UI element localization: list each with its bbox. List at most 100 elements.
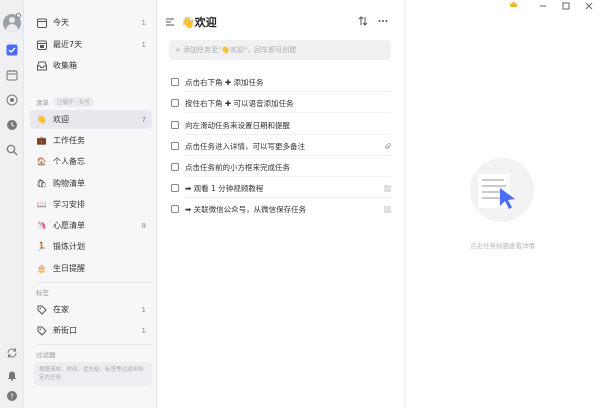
sidebar-item-label: 锻炼计划 xyxy=(53,242,85,251)
task-title[interactable]: 点击任务进入详情，可以写更多备注 xyxy=(185,141,383,152)
svg-text:?: ? xyxy=(10,393,14,401)
task-row[interactable]: ➡ 观看 1 分钟视频教程 xyxy=(171,180,391,196)
task-checkbox[interactable] xyxy=(171,78,179,86)
divider xyxy=(185,134,391,135)
sidebar-item-label: 新街口 xyxy=(53,326,77,335)
sidebar-item-tag-xinjiekou[interactable]: 新街口 1 xyxy=(30,321,152,340)
sidebar-item-count: 1 xyxy=(141,326,146,335)
task-checkbox[interactable] xyxy=(171,163,179,171)
task-row[interactable]: ➡ 关联微信公众号，从微信保存任务 xyxy=(171,201,391,217)
sidebar-item-today[interactable]: 今天 1 xyxy=(30,13,152,32)
focus-icon[interactable] xyxy=(5,93,19,107)
collapse-sidebar-icon[interactable] xyxy=(165,17,175,27)
task-title[interactable]: 按住右下角 ✚ 可以语音添加任务 xyxy=(185,98,391,109)
divider xyxy=(36,282,152,283)
briefcase-icon: 💼 xyxy=(36,136,47,145)
sidebar-item-count: 1 xyxy=(141,18,146,27)
sidebar-item-label: 收集箱 xyxy=(53,61,77,70)
sidebar-item-label: 今天 xyxy=(53,18,69,27)
detail-empty-hint: 点击任务标题查看详情 xyxy=(470,242,535,250)
crown-icon[interactable] xyxy=(509,0,518,10)
sidebar-item-count: 1 xyxy=(141,40,146,49)
clock-icon[interactable] xyxy=(5,118,19,132)
sidebar-item-wishlist[interactable]: 🦄 心愿清单 9 xyxy=(30,216,152,235)
bell-icon[interactable] xyxy=(5,368,19,382)
sidebar-item-exercise[interactable]: 🏃 锻炼计划 xyxy=(30,237,152,256)
sidebar-item-work[interactable]: 💼 工作任务 xyxy=(30,131,152,150)
divider xyxy=(185,91,391,92)
lists-header: 清单 已展开 · 头号 xyxy=(36,97,94,107)
filters-header-label: 过滤器 xyxy=(36,351,56,359)
sidebar-item-label: 工作任务 xyxy=(53,136,85,145)
task-title[interactable]: ➡ 关联微信公众号，从微信保存任务 xyxy=(185,204,383,215)
sidebar-item-shopping[interactable]: 🛍 购物清单 xyxy=(30,174,152,193)
sidebar-item-birthday[interactable]: 🎂 生日提醒 xyxy=(30,259,152,278)
task-title[interactable]: 向左滑动任务来设置日期和提醒 xyxy=(185,120,391,131)
task-checkbox[interactable] xyxy=(171,184,179,192)
sidebar-item-welcome[interactable]: 👋 欢迎 7 xyxy=(30,110,152,129)
task-title[interactable]: 点击右下角 ✚ 添加任务 xyxy=(185,77,391,88)
task-checkbox[interactable] xyxy=(171,205,179,213)
lists-header-label: 清单 xyxy=(36,99,49,107)
task-checkbox[interactable] xyxy=(171,121,179,129)
more-icon[interactable] xyxy=(378,16,388,26)
unicorn-icon: 🦄 xyxy=(36,221,47,230)
help-icon[interactable]: ? xyxy=(5,389,19,403)
tags-header: 标签 xyxy=(36,287,49,297)
attachment-icon xyxy=(383,142,391,150)
list-title-emoji: 👋 xyxy=(181,15,195,29)
divider xyxy=(185,197,391,198)
calendar-icon[interactable] xyxy=(5,68,19,82)
minimize-icon[interactable] xyxy=(537,1,549,11)
sidebar-item-count: 9 xyxy=(141,221,146,230)
calendar-week-icon xyxy=(36,39,47,50)
list-actions xyxy=(358,16,388,26)
sidebar-item-inbox[interactable]: 收集箱 xyxy=(30,56,152,75)
close-icon[interactable] xyxy=(583,1,595,11)
runner-icon: 🏃 xyxy=(36,242,47,251)
sidebar-item-label: 欢迎 xyxy=(53,115,69,124)
book-icon: 📖 xyxy=(36,200,47,209)
sidebar-item-label: 个人备忘 xyxy=(53,157,85,166)
list-title-bar: 👋 欢迎 xyxy=(165,14,217,30)
shopping-bag-icon: 🛍 xyxy=(36,179,47,188)
task-row[interactable]: 点击任务进入详情，可以写更多备注 xyxy=(171,138,391,154)
filters-hint[interactable]: 根据清单、时间、优先级、标签等过滤出特定的任务 xyxy=(34,362,152,386)
task-checkbox[interactable] xyxy=(171,142,179,150)
divider xyxy=(185,112,391,113)
sidebar-item-label: 最近7天 xyxy=(53,40,83,49)
note-icon xyxy=(383,205,391,213)
maximize-icon[interactable] xyxy=(560,1,572,11)
status-dot-icon xyxy=(16,13,21,18)
task-row[interactable]: 点击任务前的小方框来完成任务 xyxy=(171,159,391,175)
tag-icon xyxy=(36,325,47,336)
add-task-input[interactable]: + 添加任务至"👋欢迎"，回车即可创建 xyxy=(169,40,391,60)
divider xyxy=(185,176,391,177)
sidebar-item-label: 心愿清单 xyxy=(53,221,85,230)
sidebar-item-personal[interactable]: 🏠 个人备忘 xyxy=(30,152,152,171)
task-row[interactable]: 按住右下角 ✚ 可以语音添加任务 xyxy=(171,95,391,111)
sort-icon[interactable] xyxy=(358,16,368,26)
lists-header-tag: 已展开 · 头号 xyxy=(53,97,94,107)
search-icon[interactable] xyxy=(5,143,19,157)
task-row[interactable]: 点击右下角 ✚ 添加任务 xyxy=(171,74,391,90)
wave-icon: 👋 xyxy=(36,115,47,124)
sync-icon[interactable] xyxy=(5,346,19,360)
empty-detail-illustration xyxy=(470,158,534,222)
sidebar-item-tag-home[interactable]: 在家 1 xyxy=(30,300,152,319)
task-list-panel: 👋 欢迎 + 添加任务至"👋欢迎"，回车即可创建 点击右下角 ✚ 添加任务 按住… xyxy=(157,0,405,408)
sidebar-item-label: 在家 xyxy=(53,305,69,314)
note-icon xyxy=(383,184,391,192)
task-checkbox[interactable] xyxy=(171,99,179,107)
house-icon: 🏠 xyxy=(36,157,47,166)
filters-header: 过滤器 xyxy=(36,349,56,359)
task-title[interactable]: ➡ 观看 1 分钟视频教程 xyxy=(185,183,383,194)
sidebar-item-next7days[interactable]: 最近7天 1 xyxy=(30,35,152,54)
sidebar-item-study[interactable]: 📖 学习安排 xyxy=(30,195,152,214)
task-row[interactable]: 向左滑动任务来设置日期和提醒 xyxy=(171,117,391,133)
sidebar-item-count: 7 xyxy=(141,115,146,124)
sidebar: 今天 1 最近7天 1 收集箱 清单 已展开 · 头号 👋 欢迎 7 💼 工作任… xyxy=(24,0,157,408)
detail-panel: 点击任务标题查看详情 xyxy=(405,0,600,408)
task-title[interactable]: 点击任务前的小方框来完成任务 xyxy=(185,162,391,173)
task-checkbox-icon[interactable] xyxy=(5,43,19,57)
